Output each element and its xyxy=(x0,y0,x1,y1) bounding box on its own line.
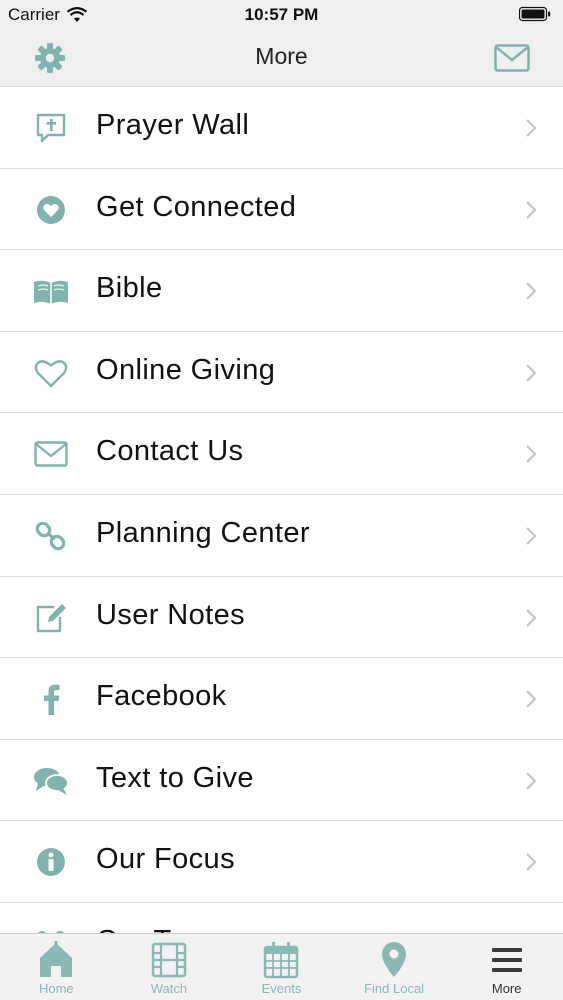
menu-item-label: Our T xyxy=(96,925,172,933)
menu-item-label: Our Focus xyxy=(96,843,235,876)
menu-item-label: User Notes xyxy=(96,598,246,631)
menu-list: Prayer Wall Get Connected Bible Online G… xyxy=(0,87,563,933)
tab-find-local[interactable]: Find Local xyxy=(338,934,451,1000)
tab-bar: Home Watch Events Find Local More xyxy=(0,933,563,1000)
film-icon xyxy=(151,942,187,978)
menu-item-label: Bible xyxy=(96,272,163,305)
menu-icon xyxy=(491,948,522,972)
chevron-right-icon xyxy=(526,364,537,382)
nav-bar: More xyxy=(0,30,563,87)
menu-item-our-focus[interactable]: Our Focus xyxy=(0,821,563,903)
menu-item-label: Planning Center xyxy=(96,516,310,549)
status-time: 10:57 PM xyxy=(244,5,319,24)
tab-events[interactable]: Events xyxy=(225,934,338,1000)
menu-item-label: Text to Give xyxy=(96,761,254,794)
menu-item-label: Facebook xyxy=(96,680,227,713)
menu-item-get-connected[interactable]: Get Connected xyxy=(0,169,563,251)
chevron-right-icon xyxy=(526,282,537,300)
tab-label: Find Local xyxy=(364,981,425,996)
menu-item-bible[interactable]: Bible xyxy=(0,250,563,332)
book-icon xyxy=(32,272,70,310)
chevron-right-icon xyxy=(526,200,537,219)
heart-outline-icon xyxy=(32,354,70,392)
battery-icon xyxy=(519,6,551,22)
menu-item-facebook[interactable]: Facebook xyxy=(0,658,563,740)
menu-item-online-giving[interactable]: Online Giving xyxy=(0,332,563,414)
tab-label: More xyxy=(491,981,522,996)
menu-item-label: Online Giving xyxy=(96,353,276,386)
menu-item-planning-center[interactable]: Planning Center xyxy=(0,495,563,577)
chevron-right-icon xyxy=(526,690,537,708)
menu-item-label: Contact Us xyxy=(96,435,244,468)
chevron-right-icon xyxy=(526,608,537,627)
menu-item-label: Prayer Wall xyxy=(96,109,250,141)
tab-label: Events xyxy=(261,981,302,996)
calendar-icon xyxy=(264,942,299,979)
info-icon xyxy=(32,843,70,881)
mail-icon[interactable] xyxy=(494,44,530,72)
chevron-right-icon xyxy=(526,527,537,545)
chat-bubbles-icon xyxy=(32,762,70,800)
menu-item-contact-us[interactable]: Contact Us xyxy=(0,413,563,495)
menu-item-text-to-give[interactable]: Text to Give xyxy=(0,740,563,822)
facebook-icon xyxy=(32,680,70,718)
edit-icon xyxy=(32,599,70,637)
envelope-icon xyxy=(32,435,70,473)
tab-label: Watch xyxy=(150,981,188,996)
prayer-icon xyxy=(32,109,70,147)
heart-circle-icon xyxy=(32,191,70,229)
tab-home[interactable]: Home xyxy=(0,934,113,1000)
status-bar: Carrier 10:57 PM xyxy=(0,0,563,30)
menu-item-our-team[interactable]: Our T xyxy=(0,903,563,933)
chevron-right-icon xyxy=(526,771,537,790)
link-icon xyxy=(32,517,70,555)
menu-item-label: Get Connected xyxy=(96,190,297,223)
map-pin-icon xyxy=(382,942,407,977)
menu-item-prayer-wall[interactable]: Prayer Wall xyxy=(0,87,563,169)
menu-item-user-notes[interactable]: User Notes xyxy=(0,577,563,659)
people-icon xyxy=(32,925,70,933)
page-title: More xyxy=(255,43,308,69)
chevron-right-icon xyxy=(526,853,537,872)
chevron-right-icon xyxy=(526,445,537,464)
tab-label: Home xyxy=(38,981,74,996)
tab-watch[interactable]: Watch xyxy=(113,934,226,1000)
chevron-right-icon xyxy=(526,119,537,137)
tab-more[interactable]: More xyxy=(450,934,563,1000)
home-icon xyxy=(40,941,73,977)
